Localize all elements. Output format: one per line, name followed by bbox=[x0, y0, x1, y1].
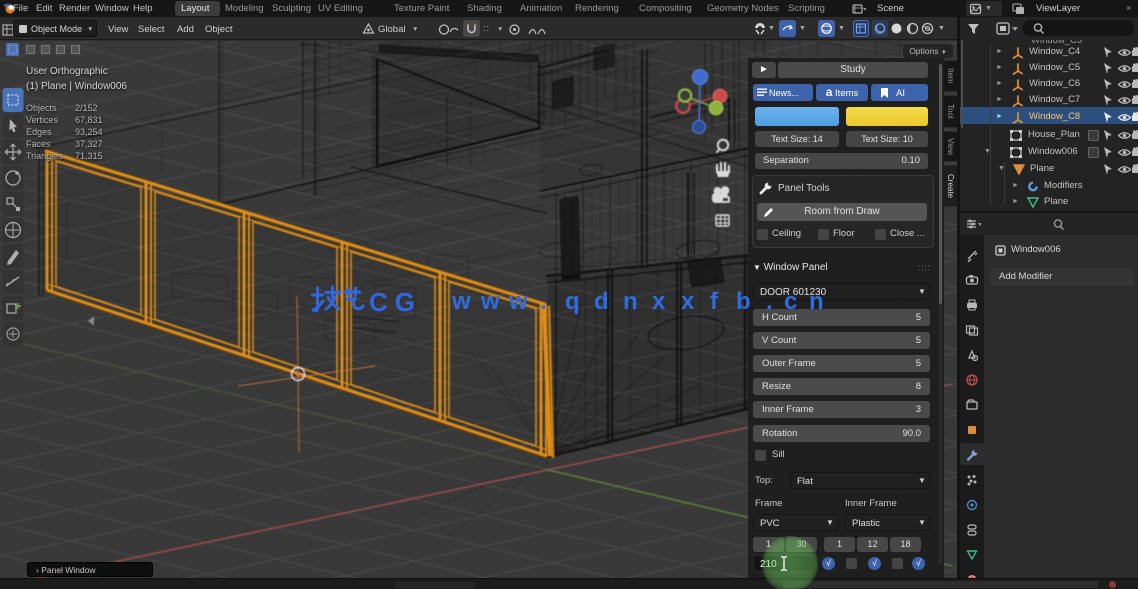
svg-text:CG: CG bbox=[369, 287, 419, 316]
